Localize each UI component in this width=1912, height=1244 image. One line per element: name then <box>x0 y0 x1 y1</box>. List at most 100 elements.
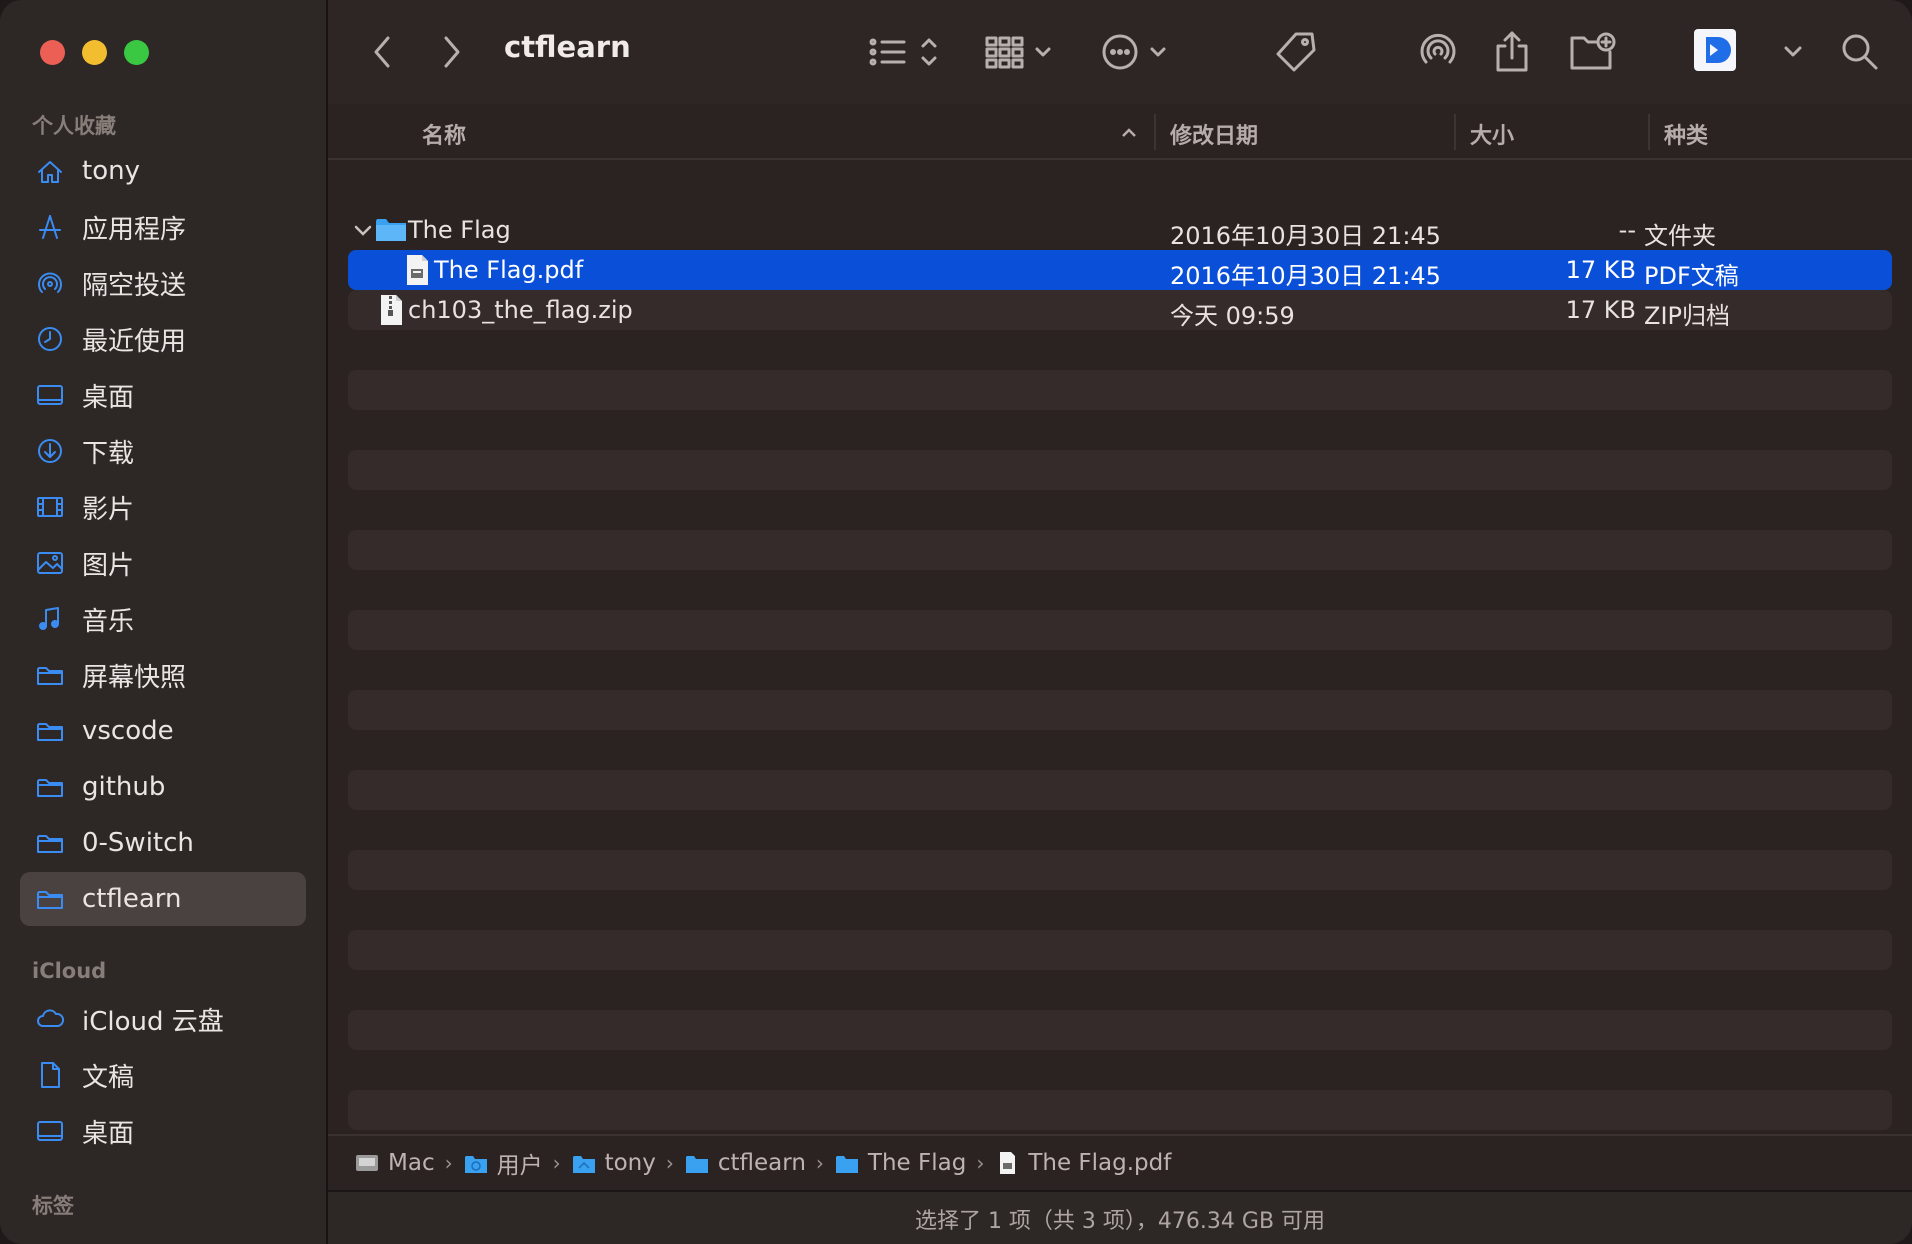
sidebar-section-icloud: iCloud <box>32 959 107 983</box>
sidebar-favorites-item[interactable]: 0-Switch <box>20 816 306 870</box>
sidebar-favorites-item[interactable]: vscode <box>20 704 306 758</box>
close-button[interactable] <box>40 40 65 65</box>
path-separator-icon: › <box>976 1151 985 1175</box>
sidebar-favorites-item[interactable]: 屏幕快照 <box>20 648 306 702</box>
column-divider[interactable] <box>1154 114 1156 150</box>
grid-view-icon <box>985 36 1051 69</box>
share-button[interactable] <box>1492 28 1532 76</box>
sidebar: 个人收藏 tony 应用程序 隔空投送 最近使用 桌面 下载 影片 图片 音乐 屏幕快照 vscod… <box>0 0 328 1244</box>
sidebar-item-label: 屏幕快照 <box>82 662 187 693</box>
column-name[interactable]: 名称 <box>422 118 466 150</box>
sidebar-favorites-item[interactable]: 下载 <box>20 424 306 478</box>
applications-icon <box>34 211 66 243</box>
sidebar-favorites-item[interactable]: 音乐 <box>20 592 306 646</box>
sidebar-favorites-item[interactable]: 图片 <box>20 536 306 590</box>
file-date: 2016年10月30日 21:45 <box>1170 262 1441 290</box>
row-stripe <box>348 1090 1892 1130</box>
forward-button[interactable] <box>438 28 464 76</box>
sidebar-icloud-item[interactable]: iCloud 云盘 <box>20 992 306 1046</box>
status-bar: 选择了 1 项（共 3 项），476.34 GB 可用 <box>328 1190 1912 1244</box>
file-kind: PDF文稿 <box>1644 262 1739 290</box>
file-date: 2016年10月30日 21:45 <box>1170 222 1441 250</box>
sidebar-icloud-item[interactable]: 文稿 <box>20 1048 306 1102</box>
folder-icon <box>34 659 66 691</box>
list-view-icon <box>869 38 937 66</box>
path-separator-icon: › <box>552 1151 561 1175</box>
sidebar-item-label: 桌面 <box>82 1118 135 1149</box>
toolbar-overflow-button[interactable] <box>1780 28 1806 76</box>
column-divider[interactable] <box>1648 114 1650 150</box>
column-header: 名称 修改日期 大小 种类 <box>328 104 1912 160</box>
airdrop-icon <box>1420 33 1456 64</box>
sidebar-item-label: 隔空投送 <box>82 270 187 301</box>
file-row[interactable]: The Flag 2016年10月30日 21:45 -- 文件夹 <box>348 210 1892 250</box>
view-list-button[interactable] <box>868 28 948 76</box>
path-crumb-label: The Flag <box>867 1150 967 1176</box>
path-crumb[interactable]: Mac <box>354 1150 435 1176</box>
search-button[interactable] <box>1840 28 1880 76</box>
new-folder-button[interactable] <box>1568 28 1618 76</box>
zip-file-icon <box>374 293 408 327</box>
path-bar: Mac › 用户 › tony › ctflearn › The Flag › The Flag.p… <box>328 1134 1912 1190</box>
app-extension-button[interactable] <box>1692 26 1738 74</box>
airdrop-button[interactable] <box>1416 28 1460 76</box>
folder-icon <box>684 1151 718 1175</box>
sidebar-favorites-item[interactable]: 应用程序 <box>20 200 306 254</box>
path-crumb[interactable]: 用户 <box>463 1146 543 1180</box>
pdf-file-icon <box>994 1151 1028 1175</box>
column-divider[interactable] <box>1454 114 1456 150</box>
path-crumb[interactable]: The Flag <box>834 1150 966 1176</box>
row-stripe <box>348 610 1892 650</box>
download-icon <box>34 435 66 467</box>
sidebar-item-label: 图片 <box>82 550 135 581</box>
photo-icon <box>34 547 66 579</box>
file-row[interactable]: The Flag.pdf 2016年10月30日 21:45 17 KB PDF文稿 <box>348 250 1892 290</box>
sidebar-item-label: 文稿 <box>82 1062 135 1093</box>
sidebar-item-label: 下载 <box>82 438 135 469</box>
sidebar-favorites-item[interactable]: ctflearn <box>20 872 306 926</box>
column-date[interactable]: 修改日期 <box>1170 118 1258 150</box>
home-icon <box>34 155 66 187</box>
file-row[interactable]: ch103_the_flag.zip 今天 09:59 17 KB ZIP归档 <box>348 290 1892 330</box>
sidebar-icloud-item[interactable]: 桌面 <box>20 1104 306 1158</box>
cloud-icon <box>34 1003 66 1035</box>
finder-window: 个人收藏 tony 应用程序 隔空投送 最近使用 桌面 下载 影片 图片 音乐 屏幕快照 vscod… <box>0 0 1912 1244</box>
zoom-button[interactable] <box>124 40 149 65</box>
sidebar-item-label: iCloud 云盘 <box>82 1006 224 1037</box>
tag-button[interactable] <box>1274 28 1318 76</box>
music-icon <box>34 603 66 635</box>
path-crumb[interactable]: ctflearn <box>684 1150 806 1176</box>
users-folder-icon <box>463 1151 497 1175</box>
file-name: The Flag <box>408 216 511 244</box>
sidebar-section-favorites: 个人收藏 <box>32 114 116 138</box>
column-kind[interactable]: 种类 <box>1664 118 1708 150</box>
sidebar-favorites-item[interactable]: github <box>20 760 306 814</box>
group-button[interactable] <box>985 28 1057 76</box>
file-list: The Flag 2016年10月30日 21:45 -- 文件夹 The Flag.p… <box>328 160 1912 1132</box>
row-stripe <box>348 530 1892 570</box>
column-size[interactable]: 大小 <box>1470 118 1514 150</box>
minimize-button[interactable] <box>82 40 107 65</box>
more-icon <box>1102 34 1166 70</box>
sidebar-favorites-item[interactable]: 桌面 <box>20 368 306 422</box>
file-size: 17 KB <box>1565 256 1636 284</box>
sidebar-item-label: 0-Switch <box>82 828 194 858</box>
desktop-icon <box>34 379 66 411</box>
back-button[interactable] <box>370 28 396 76</box>
sidebar-favorites-item[interactable]: 影片 <box>20 480 306 534</box>
file-kind: ZIP归档 <box>1644 302 1730 330</box>
sidebar-favorites-item[interactable]: tony <box>20 144 306 198</box>
path-crumb[interactable]: The Flag.pdf <box>994 1150 1171 1176</box>
chevron-left-icon <box>374 36 390 68</box>
disclosure-expanded-icon[interactable] <box>352 219 374 241</box>
action-button[interactable] <box>1102 28 1174 76</box>
document-icon <box>34 1059 66 1091</box>
row-stripe <box>348 770 1892 810</box>
sidebar-item-label: vscode <box>82 716 174 746</box>
path-crumb[interactable]: tony <box>571 1150 656 1176</box>
sidebar-item-label: 音乐 <box>82 606 135 637</box>
pdf-file-icon <box>400 253 434 287</box>
search-icon <box>1842 34 1878 70</box>
sidebar-favorites-item[interactable]: 最近使用 <box>20 312 306 366</box>
sidebar-favorites-item[interactable]: 隔空投送 <box>20 256 306 310</box>
